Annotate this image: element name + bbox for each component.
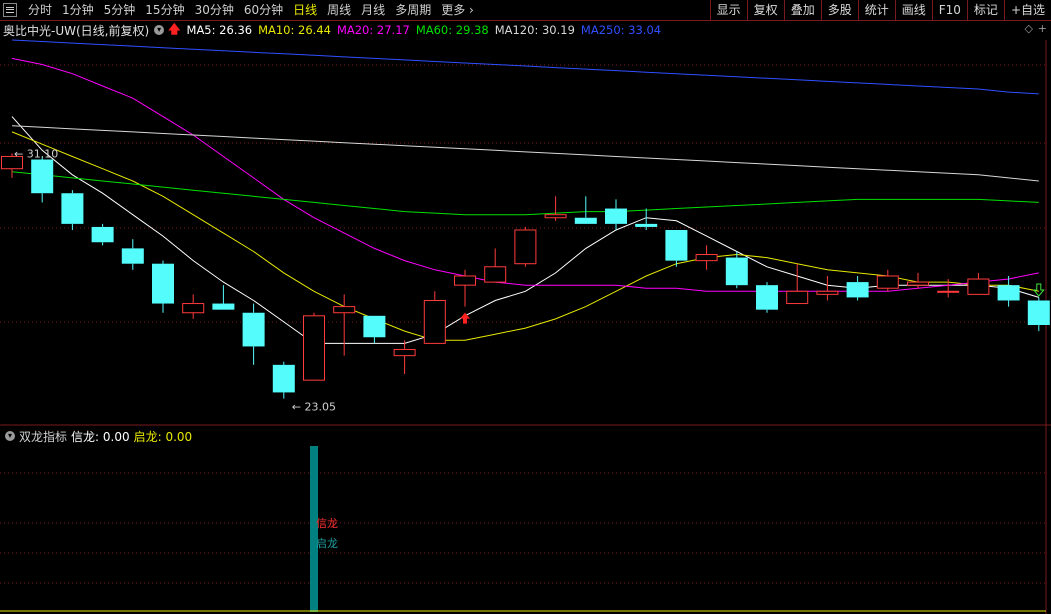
candle-body xyxy=(514,229,537,265)
candle-body xyxy=(816,290,839,295)
ma-line-ma60 xyxy=(11,171,1039,216)
xinlong-label: 信龙 xyxy=(316,517,338,530)
candle-body xyxy=(907,281,929,286)
candle-body xyxy=(574,217,597,224)
candle-body xyxy=(242,312,265,347)
candlestick-chart[interactable]: ← 31.10 ← 23.05 信龙启龙 xyxy=(0,0,1051,614)
candle-body xyxy=(91,226,114,243)
candle-body xyxy=(121,248,144,264)
candle-body xyxy=(363,315,386,338)
candle-body xyxy=(756,285,778,310)
candle-body xyxy=(423,299,446,344)
candle-body xyxy=(272,364,295,393)
candle-body xyxy=(695,254,718,262)
candle-body xyxy=(786,290,809,305)
candle-body xyxy=(544,214,567,219)
candle-body xyxy=(454,275,476,286)
ma-line-ma250 xyxy=(11,39,1039,95)
sell-signal-arrow xyxy=(1032,283,1045,297)
candle-body xyxy=(967,278,990,295)
candle-body xyxy=(846,282,869,298)
high-price-label: ← 31.10 xyxy=(14,147,58,160)
candle-body xyxy=(605,208,627,224)
candle-body xyxy=(31,159,54,194)
candle-body xyxy=(876,275,899,289)
qilong-label: 启龙 xyxy=(316,537,338,550)
candle-body xyxy=(725,257,748,286)
candle-body xyxy=(393,349,416,357)
low-price-label: ← 23.05 xyxy=(292,401,336,414)
candle-body xyxy=(665,230,688,261)
candle-body xyxy=(152,263,174,304)
candle-body xyxy=(182,303,205,314)
candle-body xyxy=(937,290,960,293)
candle-body xyxy=(212,303,235,310)
candle-body xyxy=(997,285,1020,301)
candle-body xyxy=(333,306,356,314)
candle-body xyxy=(635,223,658,227)
candle-body xyxy=(484,266,507,283)
candle-body xyxy=(61,193,84,224)
candle-body xyxy=(303,315,325,381)
ma-line-ma120 xyxy=(11,125,1039,182)
candle-body xyxy=(1027,300,1050,325)
